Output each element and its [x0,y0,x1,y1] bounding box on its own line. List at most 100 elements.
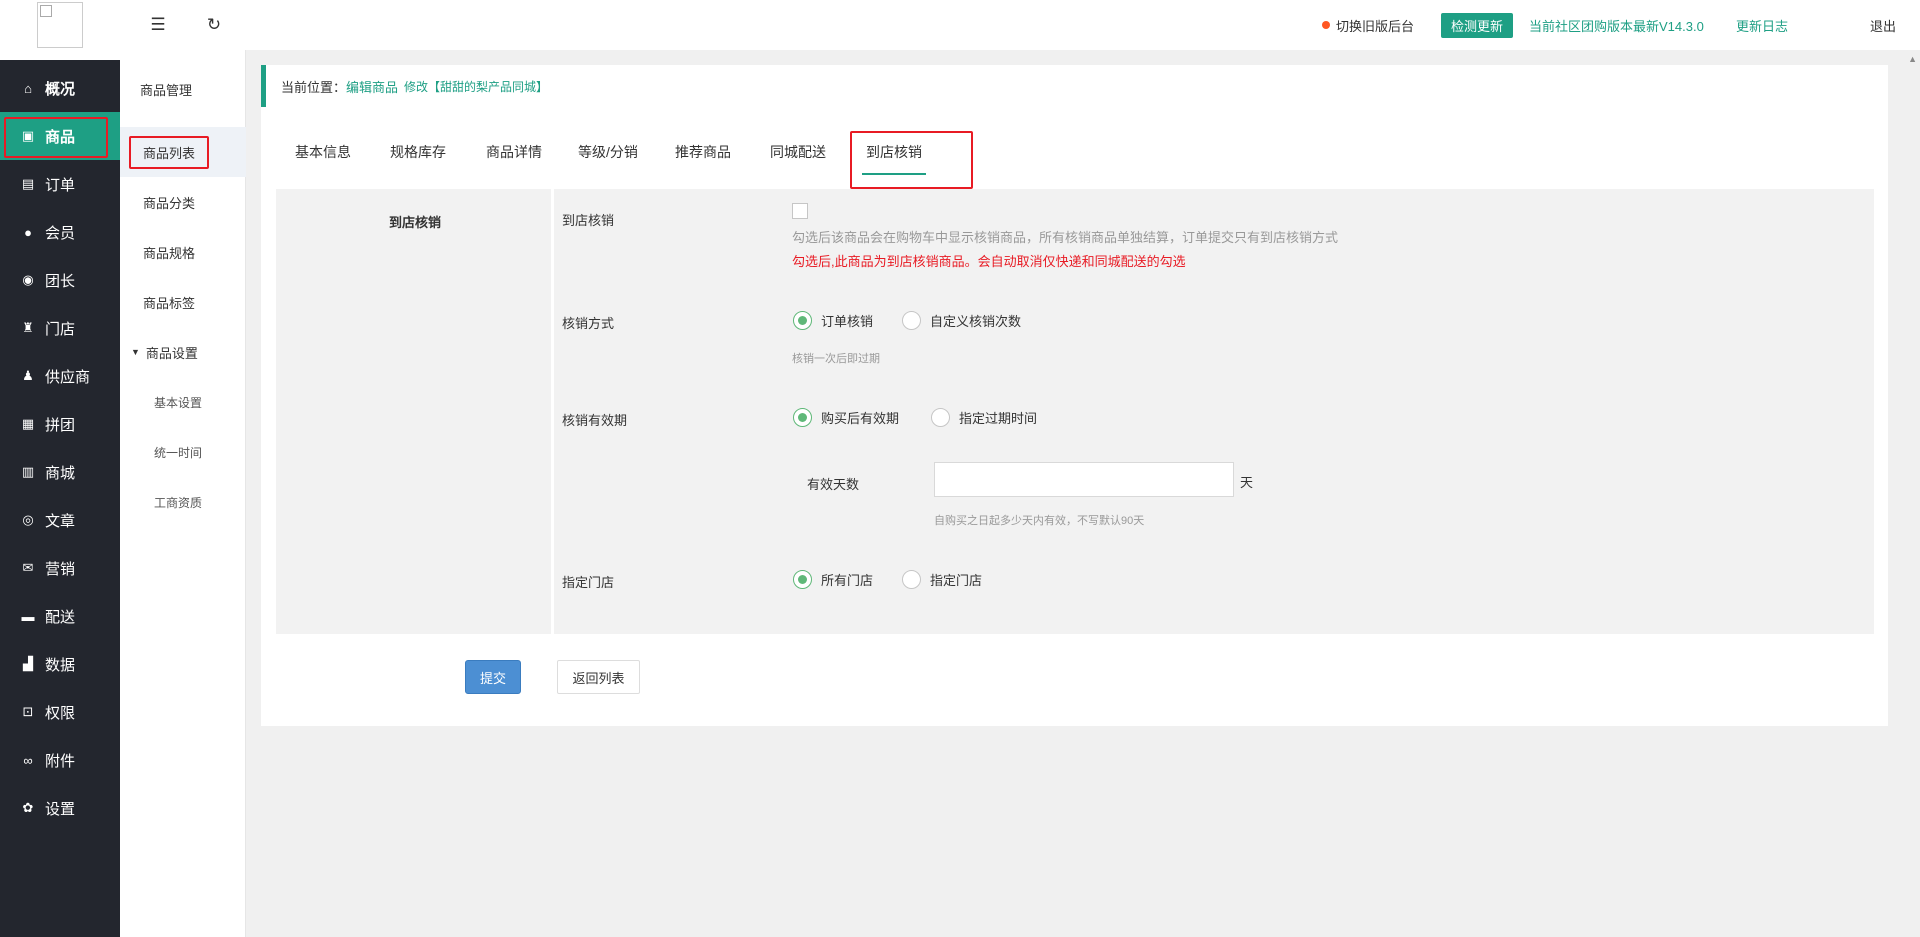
tab-city-delivery[interactable]: 同城配送 [770,127,826,177]
sidebar-item-12[interactable]: ▟ 数据 [0,640,120,688]
subnav-item-category[interactable]: 商品分类 [120,177,246,227]
menu-toggle-icon[interactable]: ☰ [148,15,168,35]
changelog-link[interactable]: 更新日志 [1736,0,1788,50]
form-section-body [554,189,1874,634]
sidebar-item-label: 附件 [45,752,76,770]
data-icon: ▟ [23,656,33,671]
radio-unchecked-icon [902,570,921,589]
gear-icon: ✿ [22,800,34,815]
method-radio-order[interactable]: 订单核销 [793,311,873,330]
group-buy-icon: ▦ [21,416,35,431]
logo [37,2,83,48]
subnav-item-product-list[interactable]: 商品列表 [120,127,246,177]
section-title: 到店核销 [389,215,442,230]
validity-radio-expiry[interactable]: 指定过期时间 [931,408,1037,427]
mall-icon: ▥ [21,464,35,479]
status-dot-icon [1322,21,1330,29]
days-input[interactable] [934,462,1234,497]
radio-unchecked-icon [902,311,921,330]
sidebar-item-4[interactable]: ◉ 团长 [0,256,120,304]
store-label: 指定门店 [562,575,615,590]
sidebar-item-label: 会员 [45,224,76,242]
sidebar-item-10[interactable]: ✉ 营销 [0,544,120,592]
subnav-item-unified-time[interactable]: 统一时间 [120,427,246,477]
sidebar-item-label: 拼团 [45,416,76,434]
subnav-item-basic-settings[interactable]: 基本设置 [120,377,246,427]
sidebar-item-label: 权限 [45,704,76,722]
sidebar-item-label: 供应商 [45,368,91,386]
caret-down-icon: ▼ [131,347,140,357]
sidebar-item-2[interactable]: ▤ 订单 [0,160,120,208]
check-update-button[interactable]: 检测更新 [1441,12,1514,38]
tab-spec-stock[interactable]: 规格库存 [390,127,446,177]
tab-store-verify[interactable]: 到店核销 [862,127,926,177]
sidebar-item-1[interactable]: ▣ 商品 [0,112,120,160]
radio-checked-icon [793,570,812,589]
validity-radio-after-purchase[interactable]: 购买后有效期 [793,408,899,427]
sidebar-item-label: 概况 [45,80,76,98]
subnav-item-tags[interactable]: 商品标签 [120,277,246,327]
sidebar-item-label: 商品 [45,128,76,146]
breadcrumb: 当前位置： 编辑商品 修改【甜甜的梨产品同城】 [261,65,1888,107]
radio-checked-icon [793,311,812,330]
sidebar-item-11[interactable]: ▬ 配送 [0,592,120,640]
sidebar-item-label: 配送 [45,608,76,626]
days-label: 有效天数 [807,477,860,492]
sidebar-item-label: 数据 [45,656,76,674]
sidebar-item-9[interactable]: ◎ 文章 [0,496,120,544]
scroll-up-icon[interactable]: ▲ [1908,54,1917,64]
sidebar-item-15[interactable]: ✿ 设置 [0,784,120,832]
method-label: 核销方式 [562,316,615,331]
sidebar-item-label: 团长 [45,272,76,290]
subnav-title: 商品管理 [140,82,193,98]
tab-recommend[interactable]: 推荐商品 [675,127,731,177]
switch-old-link[interactable]: 切换旧版后台 [1322,0,1414,50]
sidebar-item-6[interactable]: ♟ 供应商 [0,352,120,400]
tab-basic-info[interactable]: 基本信息 [295,127,351,177]
submit-button[interactable]: 提交 [465,660,521,694]
validity-label: 核销有效期 [562,413,628,428]
method-hint: 核销一次后即过期 [792,353,880,365]
home-icon: ⌂ [24,80,32,96]
breadcrumb-edit-link[interactable]: 编辑商品 [346,77,398,96]
subnav-item-business-qual[interactable]: 工商资质 [120,477,246,527]
subnav-item-spec[interactable]: 商品规格 [120,227,246,277]
scrollbar[interactable] [1906,50,1920,937]
logout-link[interactable]: 退出 [1870,0,1896,50]
sidebar-item-7[interactable]: ▦ 拼团 [0,400,120,448]
sidebar-item-5[interactable]: ♜ 门店 [0,304,120,352]
back-to-list-button[interactable]: 返回列表 [557,660,640,694]
verify-label: 到店核销 [562,213,615,228]
verify-checkbox[interactable] [792,203,808,219]
leader-icon: ◉ [22,272,34,287]
subnav-group-settings[interactable]: ▼ 商品设置 [120,327,246,377]
refresh-icon[interactable]: ↻ [204,15,224,35]
tab-detail[interactable]: 商品详情 [486,127,542,177]
radio-unchecked-icon [931,408,950,427]
sidebar-item-3[interactable]: ● 会员 [0,208,120,256]
sidebar-item-label: 设置 [45,800,76,818]
tab-level-distribution[interactable]: 等级/分销 [578,127,638,177]
attachment-icon: ∞ [23,752,33,768]
store-radio-all[interactable]: 所有门店 [793,570,873,589]
store-radio-specific[interactable]: 指定门店 [902,570,982,589]
sidebar-item-label: 订单 [45,176,76,194]
sidebar-item-label: 文章 [45,512,76,530]
days-hint: 自购买之日起多少天内有效，不写默认90天 [934,515,1145,527]
top-header: ☰ ↻ 切换旧版后台 检测更新 当前社区团购版本最新V14.3.0 更新日志 退… [120,0,1920,50]
verify-hint: 勾选后该商品会在购物车中显示核销商品，所有核销商品单独结算，订单提交只有到店核销… [792,230,1339,245]
method-radio-custom[interactable]: 自定义核销次数 [902,311,1021,330]
days-unit: 天 [1240,475,1254,490]
product-icon: ▣ [21,128,35,143]
sidebar-item-14[interactable]: ∞ 附件 [0,736,120,784]
version-text: 当前社区团购版本最新V14.3.0 [1529,18,1704,34]
main-sidebar: ⌂ 概况 ▣ 商品 ▤ 订单 ● 会员 ◉ 团长 ♜ 门店 ♟ 供应商 ▦ 拼团 ▥ 商城 ◎ 文章 ✉ 营销 ▬ 配送 ▟ 数据… [0,0,120,937]
radio-checked-icon [793,408,812,427]
form-section-sidebar [276,189,551,634]
lock-icon: ⊡ [22,704,34,719]
sidebar-item-8[interactable]: ▥ 商城 [0,448,120,496]
sidebar-item-13[interactable]: ⊡ 权限 [0,688,120,736]
marketing-icon: ✉ [22,560,34,575]
sidebar-item-0[interactable]: ⌂ 概况 [0,64,120,112]
sidebar-item-label: 营销 [45,560,76,578]
